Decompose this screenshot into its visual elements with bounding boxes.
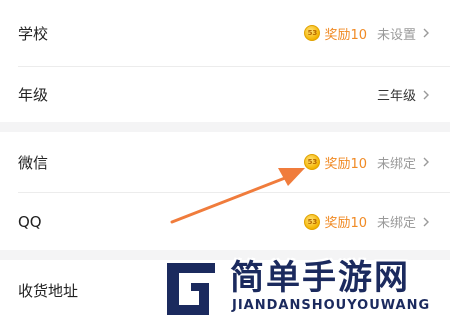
wechat-value: 未绑定 — [376, 156, 416, 172]
site-watermark: 简单手游网 JIANDANSHOUYOUWANG — [160, 252, 450, 324]
wechat-right: 53 奖励10 未绑定 — [304, 153, 432, 172]
chevron-right-icon — [420, 216, 432, 228]
chevron-right-icon — [420, 27, 432, 39]
school-value: 未设置 — [376, 27, 416, 43]
profile-section-1: 学校 53 奖励10 未设置 年级 三年级 — [0, 0, 450, 122]
qq-reward: 奖励10 — [324, 216, 367, 231]
watermark-title: 简单手游网 — [230, 258, 410, 298]
chevron-right-icon — [420, 89, 432, 101]
wechat-reward: 奖励10 — [324, 156, 367, 172]
watermark-subtitle: JIANDANSHOUYOUWANG — [232, 298, 431, 313]
grade-right: 三年级 — [377, 85, 432, 104]
school-reward: 奖励10 — [324, 27, 367, 43]
coin-icon: 53 — [304, 213, 321, 230]
profile-section-2: 微信 53 奖励10 未绑定 QQ 53 奖励10 未绑定 — [0, 132, 450, 250]
chevron-right-icon — [420, 156, 432, 168]
school-row[interactable]: 学校 53 奖励10 未设置 — [0, 0, 450, 66]
wechat-row[interactable]: 微信 53 奖励10 未绑定 — [0, 132, 450, 192]
watermark-logo — [165, 261, 217, 317]
school-label: 学校 — [18, 24, 49, 43]
address-label: 收货地址 — [18, 281, 79, 300]
qq-label: QQ — [18, 212, 42, 231]
grade-value: 三年级 — [376, 89, 416, 104]
qq-value: 未绑定 — [376, 216, 416, 231]
coin-icon: 53 — [304, 25, 321, 41]
wechat-label: 微信 — [18, 153, 49, 172]
grade-row[interactable]: 年级 三年级 — [0, 67, 450, 122]
coin-icon: 53 — [304, 154, 321, 170]
school-right: 53 奖励10 未设置 — [304, 24, 432, 43]
qq-right: 53 奖励10 未绑定 — [304, 212, 432, 231]
grade-label: 年级 — [18, 86, 49, 104]
qq-row[interactable]: QQ 53 奖励10 未绑定 — [0, 193, 450, 250]
